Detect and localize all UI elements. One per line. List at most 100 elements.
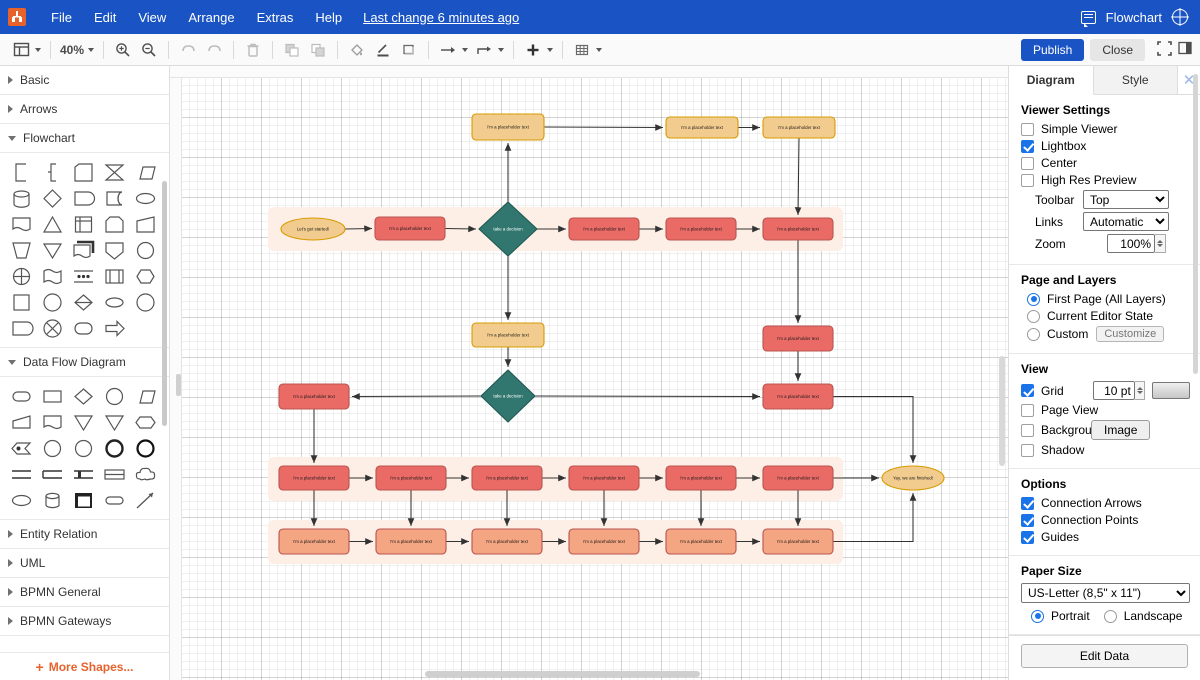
shape-trapezoid[interactable]: [6, 409, 37, 435]
checkbox-row-background[interactable]: Background Image: [1021, 420, 1190, 440]
shape-collate[interactable]: [99, 159, 130, 185]
shape-merge-triangle[interactable]: [37, 237, 68, 263]
grid-color-swatch[interactable]: [1152, 382, 1190, 399]
checkbox-center[interactable]: [1021, 157, 1034, 170]
zoom-stepper[interactable]: [1155, 234, 1166, 253]
customize-button[interactable]: Customize: [1096, 326, 1164, 342]
checkbox-row-lightbox[interactable]: Lightbox: [1021, 139, 1190, 153]
shape-card[interactable]: [68, 159, 99, 185]
shape-circle-thin-2[interactable]: [68, 435, 99, 461]
shape-cloud[interactable]: [130, 461, 161, 487]
diagram-node[interactable]: I'm a placeholder text: [375, 217, 445, 240]
format-panel-scrollbar[interactable]: [1193, 74, 1198, 374]
shape-ellipse[interactable]: [130, 185, 161, 211]
grid-row[interactable]: Grid: [1021, 381, 1190, 400]
bring-to-front-icon[interactable]: [279, 38, 305, 62]
shape-dots-shape[interactable]: [68, 263, 99, 289]
connection-arrow-icon[interactable]: [435, 38, 461, 62]
shape-bracket-left[interactable]: [6, 159, 37, 185]
menu-item-help[interactable]: Help: [304, 6, 353, 29]
menu-item-arrange[interactable]: Arrange: [177, 6, 245, 29]
radio-row-current-editor-state[interactable]: Current Editor State: [1021, 309, 1190, 323]
shape-arrow-tag[interactable]: [6, 435, 37, 461]
shape-section-bpmn-gateways[interactable]: BPMN Gateways: [0, 607, 169, 636]
shape-section-uml[interactable]: UML: [0, 549, 169, 578]
checkbox-row-guides[interactable]: Guides: [1021, 530, 1190, 544]
shape-sort-diamond[interactable]: [68, 289, 99, 315]
undo-icon[interactable]: [175, 38, 201, 62]
shape-section-bpmn-general[interactable]: BPMN General: [0, 578, 169, 607]
shape-decision-diamond[interactable]: [37, 185, 68, 211]
shape-stored-data-ellipse[interactable]: [99, 289, 130, 315]
shape-data-store-split[interactable]: [68, 461, 99, 487]
diagram-node[interactable]: I'm a placeholder text: [569, 466, 639, 490]
shape-internal-storage[interactable]: [68, 211, 99, 237]
tab-style[interactable]: Style: [1094, 66, 1179, 94]
diagram-edge[interactable]: [345, 229, 372, 230]
shape-document[interactable]: [37, 409, 68, 435]
shape-parallelogram[interactable]: [130, 159, 161, 185]
checkbox-row-center[interactable]: Center: [1021, 156, 1190, 170]
shape-bracket-brace[interactable]: [37, 159, 68, 185]
shape-data-store-open[interactable]: [37, 461, 68, 487]
connection-arrow-dropdown-caret[interactable]: [462, 48, 468, 52]
checkbox-background[interactable]: [1021, 424, 1034, 437]
menu-item-view[interactable]: View: [127, 6, 177, 29]
grid-size-stepper[interactable]: [1135, 381, 1145, 400]
shape-circle[interactable]: [99, 383, 130, 409]
input-zoom[interactable]: [1107, 234, 1155, 253]
checkbox-page-view[interactable]: [1021, 404, 1034, 417]
diagram-canvas[interactable]: I'm a placeholder text I'm a placeholder …: [182, 78, 1008, 680]
shape-direct-data[interactable]: [99, 185, 130, 211]
table-icon[interactable]: [569, 38, 595, 62]
checkbox-row-high-res-preview[interactable]: High Res Preview: [1021, 173, 1190, 187]
shape-loop-limit[interactable]: [99, 211, 130, 237]
shape-off-page-connector[interactable]: [6, 315, 37, 341]
diagram-node[interactable]: I'm a placeholder text: [472, 529, 542, 554]
globe-icon[interactable]: [1172, 9, 1188, 25]
shape-hexagon[interactable]: [130, 409, 161, 435]
radio-row-custom[interactable]: Custom Customize: [1021, 326, 1190, 342]
shape-data-store-rect[interactable]: [99, 461, 130, 487]
diagram-edge[interactable]: [445, 229, 476, 230]
shadow-icon[interactable]: [396, 38, 422, 62]
shape-diamond[interactable]: [68, 383, 99, 409]
view-layout-icon[interactable]: [8, 38, 34, 62]
checkbox-row-page-view[interactable]: Page View: [1021, 403, 1190, 417]
checkbox-high-res-preview[interactable]: [1021, 174, 1034, 187]
menu-item-file[interactable]: File: [40, 6, 83, 29]
shape-section-basic[interactable]: Basic: [0, 66, 169, 95]
view-layout-dropdown-caret[interactable]: [35, 48, 41, 52]
shape-circle-bold[interactable]: [99, 435, 130, 461]
zoom-in-icon[interactable]: [110, 38, 136, 62]
shape-multi-document[interactable]: [68, 237, 99, 263]
select-paper-size[interactable]: US-Letter (8,5" x 11"): [1021, 583, 1190, 603]
checkbox-guides[interactable]: [1021, 531, 1034, 544]
select-links-mode[interactable]: Automatic: [1083, 212, 1169, 231]
shape-database[interactable]: [6, 185, 37, 211]
panel-collapse-handle[interactable]: [176, 374, 181, 396]
diagram-node[interactable]: I'm a placeholder text: [376, 529, 446, 554]
trash-icon[interactable]: [240, 38, 266, 62]
zoom-dropdown-caret[interactable]: [88, 48, 94, 52]
radio-portrait[interactable]: [1031, 610, 1044, 623]
shape-delay[interactable]: [68, 185, 99, 211]
more-shapes-button[interactable]: + More Shapes...: [0, 652, 169, 680]
diagram-node[interactable]: I'm a placeholder text: [763, 117, 835, 138]
diagram-node[interactable]: I'm a placeholder text: [569, 218, 639, 240]
shape-section-flowchart[interactable]: Flowchart: [0, 124, 169, 153]
shapes-panel-scrollbar[interactable]: [162, 181, 167, 426]
shape-cross-circle[interactable]: [37, 315, 68, 341]
shape-terminator-circle[interactable]: [130, 289, 161, 315]
shape-process-square[interactable]: [6, 289, 37, 315]
publish-button[interactable]: Publish: [1021, 39, 1084, 61]
diagram-node[interactable]: I'm a placeholder text: [376, 466, 446, 490]
shape-window-shape[interactable]: [68, 487, 99, 513]
fill-color-icon[interactable]: [344, 38, 370, 62]
diagram-edge[interactable]: [535, 396, 760, 397]
zoom-out-icon[interactable]: [136, 38, 162, 62]
canvas-vertical-scrollbar[interactable]: [999, 356, 1005, 466]
diagram-node[interactable]: I'm a placeholder text: [666, 529, 736, 554]
shape-circle-thin[interactable]: [37, 435, 68, 461]
plus-icon[interactable]: [520, 38, 546, 62]
